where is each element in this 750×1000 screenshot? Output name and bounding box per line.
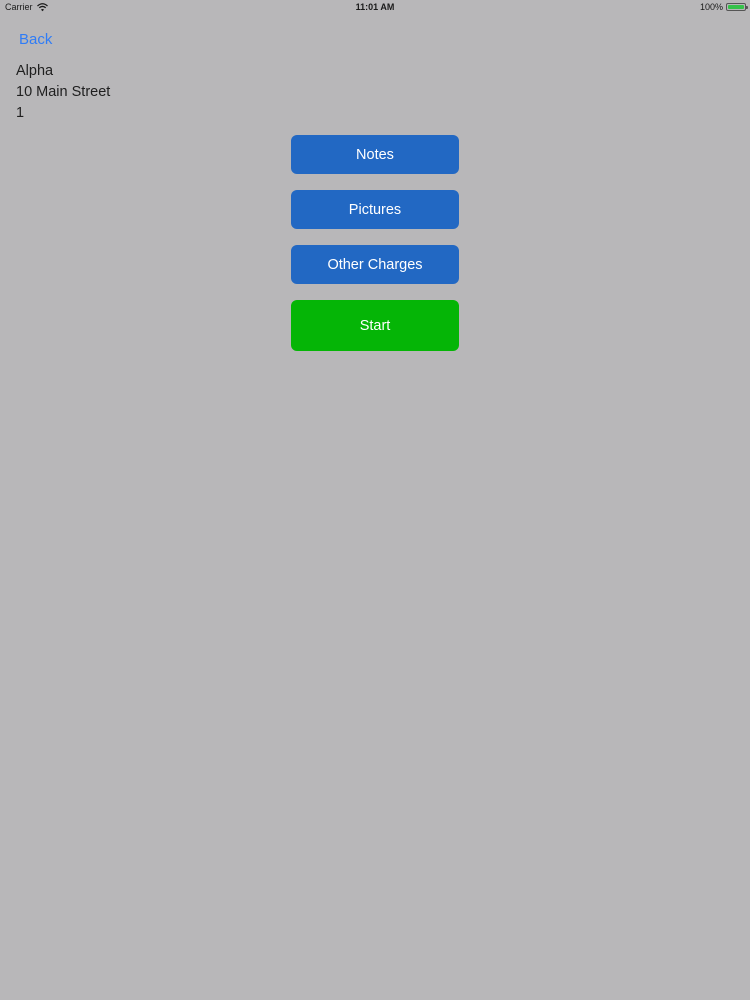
job-info: Alpha 10 Main Street 1 bbox=[16, 61, 110, 124]
notes-button[interactable]: Notes bbox=[291, 135, 459, 174]
status-time: 11:01 AM bbox=[355, 2, 395, 12]
back-button[interactable]: Back bbox=[19, 31, 52, 48]
status-right: 100% bbox=[699, 2, 748, 12]
pictures-button[interactable]: Pictures bbox=[291, 190, 459, 229]
job-name: Alpha bbox=[16, 63, 54, 79]
battery-icon bbox=[726, 3, 748, 11]
job-address: 10 Main Street bbox=[16, 84, 111, 100]
battery-percent: 100% bbox=[699, 2, 723, 12]
other-charges-button[interactable]: Other Charges bbox=[291, 245, 459, 284]
status-bar: Carrier 11:01 AM 100% bbox=[0, 0, 750, 14]
battery-fill bbox=[728, 5, 744, 9]
start-button[interactable]: Start bbox=[291, 300, 459, 351]
job-number: 1 bbox=[16, 105, 25, 121]
